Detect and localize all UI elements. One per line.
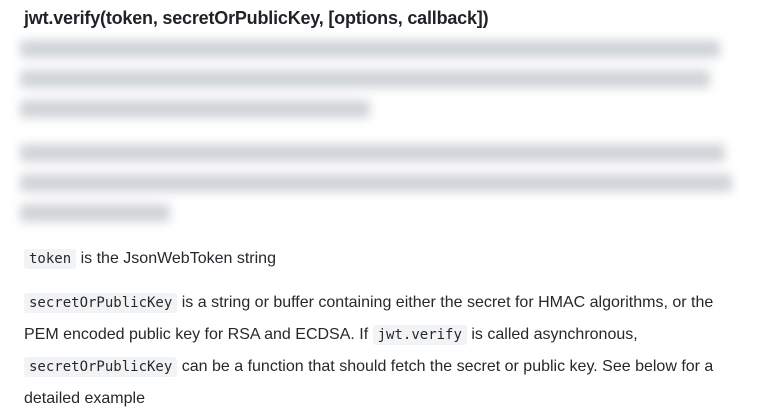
secret-description: secretOrPublicKey is a string or buffer … [24, 287, 744, 414]
blurred-paragraph-async [20, 34, 736, 124]
token-code: token [24, 249, 77, 269]
jwt-verify-code: jwt.verify [372, 325, 467, 345]
secret-code: secretOrPublicKey [24, 293, 178, 313]
secret-description-text-2: is called asynchronous, [471, 326, 638, 343]
function-signature-heading: jwt.verify(token, secretOrPublicKey, [op… [24, 8, 489, 28]
token-description-text: is the JsonWebToken string [80, 250, 276, 267]
blurred-paragraph-sync [20, 138, 736, 228]
secret-code-2: secretOrPublicKey [24, 357, 178, 377]
token-description: token is the JsonWebToken string [24, 243, 744, 275]
